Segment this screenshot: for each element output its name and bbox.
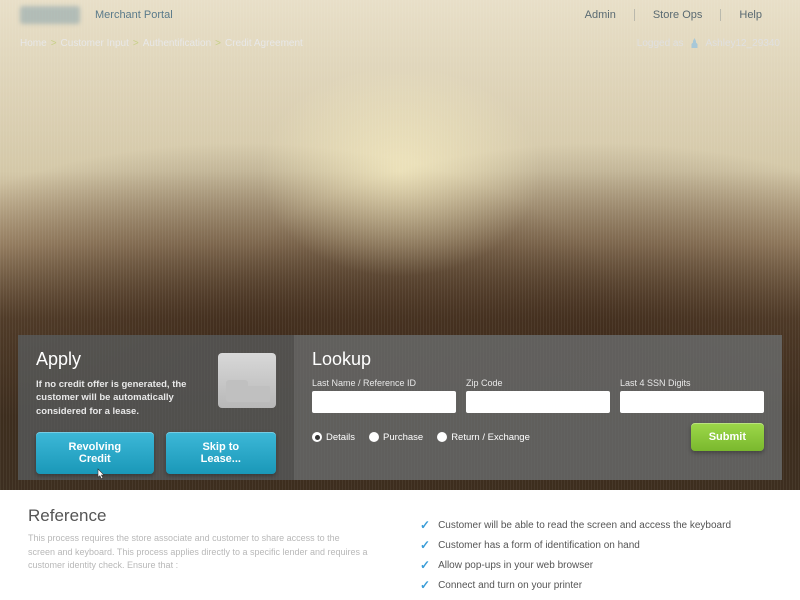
checklist-item: ✓Connect and turn on your printer [420,578,772,592]
nav-store-ops[interactable]: Store Ops [635,9,722,21]
portal-label: Merchant Portal [95,9,173,21]
check-icon: ✓ [420,518,430,532]
label-zip: Zip Code [466,378,610,388]
nav-help[interactable]: Help [721,9,780,21]
cursor-pointer-icon [95,468,107,482]
lookup-radio-group: Details Purchase Return / Exchange [312,432,530,443]
input-ssn[interactable] [620,391,764,413]
reference-title: Reference [28,506,380,526]
radio-purchase[interactable]: Purchase [369,432,423,443]
radio-return[interactable]: Return / Exchange [437,432,530,443]
apply-panel: Apply If no credit offer is generated, t… [18,335,294,480]
brand-logo [20,6,80,24]
crumb-home[interactable]: Home [20,38,47,49]
checklist-item: ✓Customer has a form of identification o… [420,538,772,552]
label-lastname: Last Name / Reference ID [312,378,456,388]
input-lastname[interactable] [312,391,456,413]
user-icon [689,38,699,48]
crumb-customer-input[interactable]: Customer Input [61,38,129,49]
logged-prefix: Logged as [637,38,684,49]
input-zip[interactable] [466,391,610,413]
check-icon: ✓ [420,538,430,552]
apply-description: If no credit offer is generated, the cus… [36,378,206,418]
product-thumbnail [218,353,276,408]
revolving-credit-button[interactable]: Revolving Credit [36,432,154,474]
checklist-item: ✓Customer will be able to read the scree… [420,518,772,532]
check-icon: ✓ [420,558,430,572]
label-ssn: Last 4 SSN Digits [620,378,764,388]
nav-admin[interactable]: Admin [567,9,635,21]
breadcrumb-bar: Home > Customer Input > Authentification… [0,30,800,56]
username: Ashley12_29340 [705,38,780,49]
reference-section: Reference This process requires the stor… [0,490,800,600]
crumb-credit[interactable]: Credit Agreement [225,38,303,49]
crumb-auth[interactable]: Authentification [143,38,211,49]
reference-body: This process requires the store associat… [28,532,368,573]
checklist-item: ✓Allow pop-ups in your web browser [420,558,772,572]
lookup-panel: Lookup Last Name / Reference ID Zip Code… [294,335,782,480]
logged-as: Logged as Ashley12_29340 [637,38,780,49]
check-icon: ✓ [420,578,430,592]
submit-button[interactable]: Submit [691,423,764,451]
top-nav: Admin Store Ops Help [567,9,780,21]
skip-to-lease-button[interactable]: Skip to Lease... [166,432,276,474]
reference-checklist: ✓Customer will be able to read the scree… [420,506,772,584]
radio-details[interactable]: Details [312,432,355,443]
top-bar: Merchant Portal Admin Store Ops Help [0,0,800,30]
lookup-title: Lookup [312,349,764,370]
